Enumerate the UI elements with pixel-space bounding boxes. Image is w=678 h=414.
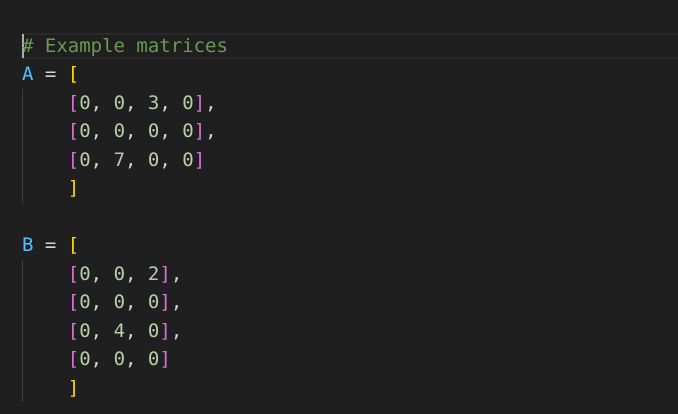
matrix-value: 0 [79, 91, 91, 114]
row-bracket-close: ] [193, 91, 206, 114]
matrix-value: 0 [79, 291, 91, 313]
matrix-value: 0 [79, 348, 91, 370]
outer-bracket-open: [ [67, 63, 80, 85]
code-editor[interactable]: # Example matrices A = [ [0, 0, 3, 0], [… [0, 0, 678, 414]
matrix-value: 0 [147, 148, 160, 171]
matrix-value: 0 [113, 91, 126, 114]
row-bracket-close: ] [159, 319, 171, 342]
row-separator: , [170, 319, 183, 342]
row-bracket-open: [ [67, 262, 80, 285]
matrix-row: [0, 0, 3, 0], [67, 91, 217, 114]
matrix-declaration: B = [ [22, 231, 79, 259]
row-bracket-open: [ [67, 291, 80, 313]
outer-bracket-close: ] [67, 177, 80, 199]
matrix-value: 0 [113, 348, 126, 370]
matrix-value: 0 [79, 120, 91, 142]
matrix-declaration: A = [ [22, 60, 79, 88]
matrix-value: 0 [147, 291, 160, 313]
row-bracket-open: [ [67, 348, 80, 370]
row-bracket-open: [ [67, 148, 80, 171]
row-bracket-open: [ [67, 120, 80, 142]
matrix-row: [0, 7, 0, 0] [67, 148, 206, 171]
matrix-closing-line: ] [22, 174, 79, 202]
row-bracket-close: ] [193, 148, 206, 171]
row-bracket-open: [ [67, 91, 80, 114]
matrix-value: 0 [79, 262, 91, 285]
matrix-value: 0 [147, 120, 160, 142]
matrix-value: 2 [147, 262, 160, 285]
indent-guide [22, 259, 23, 402]
matrix-row: [0, 0, 0, 0], [67, 120, 217, 142]
matrix-closing-line: ] [22, 374, 79, 402]
outer-bracket-open: [ [67, 234, 80, 256]
matrix-name: A [22, 63, 34, 85]
row-bracket-close: ] [159, 262, 171, 285]
row-separator: , [170, 262, 183, 285]
row-bracket-close: ] [193, 120, 206, 142]
matrix-value: 0 [182, 120, 194, 142]
row-bracket-close: ] [159, 291, 171, 313]
matrix-value: 0 [147, 319, 160, 342]
matrix-value: 0 [79, 148, 91, 171]
assign-operator: = [33, 63, 68, 85]
matrix-value: 0 [113, 120, 126, 142]
outer-bracket-close: ] [67, 376, 80, 399]
row-separator: , [170, 291, 183, 313]
matrix-value: 0 [182, 91, 194, 114]
matrix-value: 0 [147, 348, 160, 370]
matrix-value: 0 [79, 319, 91, 342]
row-separator: , [205, 91, 217, 114]
matrix-value: 0 [113, 291, 126, 313]
indent-guide [22, 88, 23, 203]
row-bracket-open: [ [67, 319, 80, 342]
matrix-value: 3 [147, 91, 160, 114]
comment-line: # Example matrices [22, 35, 228, 57]
assign-operator: = [33, 234, 68, 256]
matrix-name: B [22, 234, 34, 256]
matrix-value: 0 [182, 148, 194, 171]
matrix-value: 0 [113, 262, 126, 285]
matrix-row: [0, 4, 0], [67, 319, 183, 342]
matrix-row: [0, 0, 0] [67, 348, 171, 370]
matrix-row: [0, 0, 2], [67, 262, 183, 285]
row-separator: , [205, 120, 217, 142]
matrix-row: [0, 0, 0], [67, 291, 183, 313]
row-bracket-close: ] [159, 348, 171, 370]
matrix-value: 4 [113, 319, 126, 342]
matrix-value: 7 [113, 148, 126, 171]
